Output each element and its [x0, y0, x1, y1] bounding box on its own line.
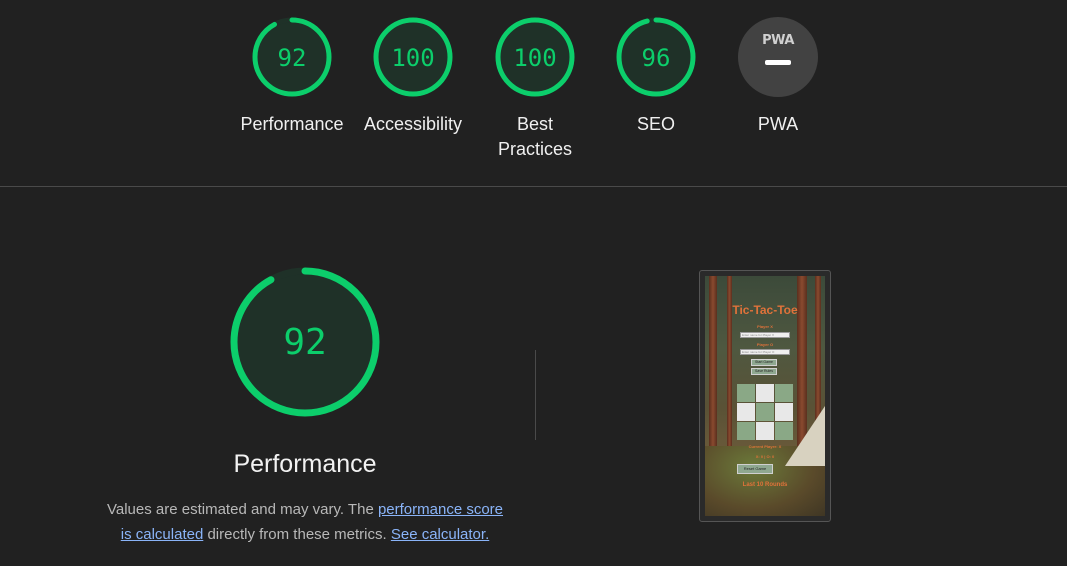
gauge-score-value: 100	[513, 44, 556, 72]
pwa-logo-icon: PWA	[762, 33, 794, 48]
gauge-label: Performance	[232, 112, 352, 137]
board-cell	[737, 403, 755, 421]
last-rounds-heading: Last 10 Rounds	[742, 482, 788, 488]
gauge-label-line1: Performance	[240, 114, 344, 134]
gauge-seo[interactable]: 96 SEO	[596, 16, 716, 137]
gauge-label: Best Practices	[475, 112, 595, 162]
gauge-score-value: 96	[642, 44, 671, 72]
gauge-label-line2: Practices	[497, 139, 573, 159]
gauge-performance[interactable]: 92 Performance	[232, 16, 352, 137]
current-player-text: Current Player: X	[748, 444, 782, 449]
gauge-label: SEO	[596, 112, 716, 137]
see-calculator-link[interactable]: See calculator.	[391, 526, 489, 543]
gauge-label: Accessibility	[353, 112, 473, 137]
player-o-label: Player O	[756, 342, 774, 347]
gauge-score-value: 92	[278, 44, 307, 72]
gauge-pwa[interactable]: PWA PWA	[718, 16, 838, 137]
save-rules-button: Save Rules	[751, 368, 777, 375]
category-gauges: 92 Performance 100 Accessibility 100 Bes…	[0, 16, 1067, 166]
app-title: Tic-Tac-Toe	[732, 303, 798, 317]
player-x-label: Player X	[757, 324, 773, 329]
performance-score-gauge: 92	[252, 17, 332, 97]
gauge-label-line1: Best	[516, 114, 554, 134]
score-text: X: 0 | O: 0	[755, 454, 775, 459]
seo-score-gauge: 96	[616, 17, 696, 97]
gauge-label-line1: PWA	[757, 114, 799, 134]
final-screenshot-thumbnail[interactable]: Tic-Tac-Toe Player X Enter name for Play…	[699, 270, 831, 522]
reset-game-button: Reset Game	[737, 464, 773, 474]
pwa-badge: PWA	[738, 17, 818, 97]
board-cell	[756, 422, 774, 440]
game-board	[737, 384, 793, 442]
gauge-label-line1: Accessibility	[363, 114, 463, 134]
not-applicable-dash-icon	[765, 60, 791, 65]
board-cell	[737, 384, 755, 402]
desc-text: directly from these metrics.	[203, 526, 391, 543]
gauge-accessibility[interactable]: 100 Accessibility	[353, 16, 473, 137]
accessibility-score-gauge: 100	[373, 17, 453, 97]
board-cell	[737, 422, 755, 440]
player-o-input: Enter name for Player O	[740, 349, 790, 355]
board-cell	[775, 403, 793, 421]
board-cell	[775, 422, 793, 440]
performance-title: Performance	[233, 450, 377, 478]
gauge-best-practices[interactable]: 100 Best Practices	[475, 16, 595, 162]
performance-main-gauge: 92	[230, 267, 380, 417]
start-game-button: Start Game	[751, 359, 777, 366]
gauge-label-line1: SEO	[636, 114, 675, 134]
player-x-input: Enter name for Player X	[740, 332, 790, 338]
screenshot-image: Tic-Tac-Toe Player X Enter name for Play…	[705, 276, 825, 516]
board-cell	[756, 384, 774, 402]
vertical-divider	[535, 350, 536, 440]
desc-text: Values are estimated and may vary. The	[106, 501, 378, 518]
section-divider	[0, 186, 1067, 187]
best-practices-score-gauge: 100	[495, 17, 575, 97]
performance-score-value: 92	[283, 322, 326, 363]
performance-description: Values are estimated and may vary. The p…	[100, 497, 510, 547]
gauge-score-value: 100	[391, 44, 434, 72]
gauge-label: PWA	[718, 112, 838, 137]
board-cell	[775, 384, 793, 402]
board-cell	[756, 403, 774, 421]
